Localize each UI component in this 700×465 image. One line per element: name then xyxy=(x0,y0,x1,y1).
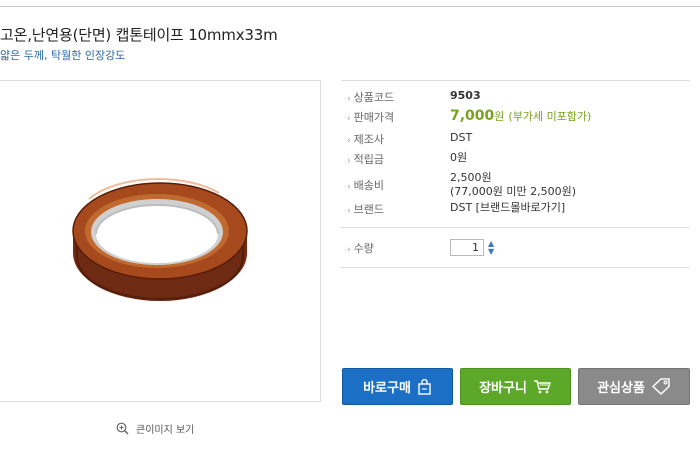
zoom-image-label: 큰이미지 보기 xyxy=(136,425,195,436)
maker-value: DST xyxy=(450,131,473,144)
shopping-bag-icon xyxy=(418,378,431,395)
product-title: 고온,난연용(단면) 캡톤테이프 10mmx33m xyxy=(0,26,278,44)
info-row-brand: 브랜드 DST [브랜드몰바로가기] xyxy=(341,201,690,221)
chevron-down-icon[interactable]: ▼ xyxy=(488,247,494,256)
points-label: 적립금 xyxy=(341,151,450,167)
brand-link[interactable]: DST [브랜드몰바로가기] xyxy=(450,201,565,215)
quantity-input[interactable] xyxy=(450,239,484,256)
wishlist-button[interactable]: 관심상품 xyxy=(578,368,690,405)
brand-label: 브랜드 xyxy=(341,201,450,217)
zoom-image-link[interactable]: 큰이미지 보기 xyxy=(116,421,194,436)
price-amount: 7,000 xyxy=(450,108,495,124)
price-vat-note: (부가세 미포함가) xyxy=(508,110,592,123)
price-value: 7,000원 (부가세 미포함가) xyxy=(450,109,591,124)
info-row-shipping: 배송비 2,500원 (77,000원 미만 2,500원) xyxy=(341,171,690,201)
code-value: 9503 xyxy=(450,89,481,102)
price-unit: 원 xyxy=(494,110,505,123)
quantity-stepper[interactable]: ▲ ▼ xyxy=(488,239,494,256)
shipping-condition: (77,000원 미만 2,500원) xyxy=(450,185,577,198)
code-label: 상품코드 xyxy=(341,89,450,105)
info-row-code: 상품코드 9503 xyxy=(341,89,690,109)
shipping-label: 배송비 xyxy=(341,171,450,193)
magnifier-plus-icon xyxy=(116,422,129,435)
points-value: 0원 xyxy=(450,151,468,164)
quantity-row: 수량 ▲ ▼ xyxy=(341,228,690,268)
wishlist-label: 관심상품 xyxy=(597,381,645,396)
info-row-maker: 제조사 DST xyxy=(341,131,690,151)
product-image[interactable] xyxy=(0,81,322,403)
product-image-frame xyxy=(0,80,321,402)
shipping-value: 2,500원 (77,000원 미만 2,500원) xyxy=(450,171,576,199)
buy-now-label: 바로구매 xyxy=(363,381,411,396)
info-row-price: 판매가격 7,000원(부가세 미포함가) xyxy=(341,109,690,131)
cart-icon xyxy=(533,380,551,394)
quantity-label: 수량 xyxy=(341,240,450,256)
info-row-points: 적립금 0원 xyxy=(341,151,690,171)
top-divider xyxy=(0,6,700,7)
add-to-cart-label: 장바구니 xyxy=(479,381,527,396)
product-subtitle: 얇은 두께, 탁월한 인장강도 xyxy=(0,49,126,62)
buy-now-button[interactable]: 바로구매 xyxy=(342,368,453,405)
tag-icon xyxy=(652,378,670,395)
maker-label: 제조사 xyxy=(341,131,450,147)
add-to-cart-button[interactable]: 장바구니 xyxy=(460,368,571,405)
product-info-panel: 상품코드 9503 판매가격 7,000원(부가세 미포함가) 제조사 DST … xyxy=(341,80,690,268)
price-label: 판매가격 xyxy=(341,109,450,125)
shipping-fee: 2,500원 xyxy=(450,171,492,184)
